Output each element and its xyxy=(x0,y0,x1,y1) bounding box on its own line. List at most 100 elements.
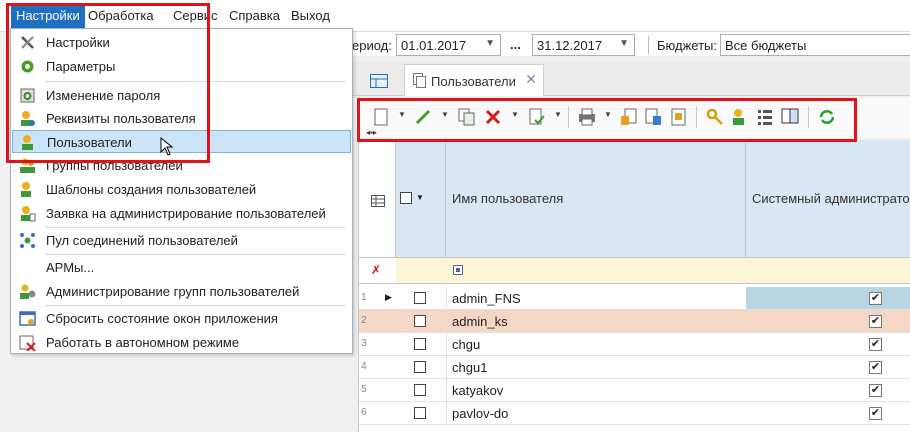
row-number: 3 xyxy=(361,338,367,349)
chevron-down-icon[interactable]: ▼ xyxy=(511,110,519,119)
menu-item-parameters[interactable]: Параметры xyxy=(12,55,351,78)
menu-processing[interactable]: Обработка xyxy=(88,8,154,23)
menu-item-offline-mode[interactable]: Работать в автономном режиме xyxy=(12,331,351,354)
menu-settings[interactable]: Настройки xyxy=(11,3,85,29)
period-label: ериод: xyxy=(352,38,392,53)
sysadmin-checkbox[interactable]: ✔ xyxy=(869,338,882,351)
row-number: 4 xyxy=(361,361,367,372)
import-icon[interactable] xyxy=(645,108,663,126)
list-icon[interactable] xyxy=(756,108,774,126)
divider xyxy=(45,81,345,82)
menu-item-users[interactable]: Пользователи xyxy=(12,130,351,156)
menu-item-settings[interactable]: Настройки xyxy=(12,31,351,54)
columns-icon[interactable] xyxy=(781,108,799,126)
date-to-value: 31.12.2017 xyxy=(537,38,603,53)
approve-document-icon[interactable] xyxy=(528,108,546,126)
divider xyxy=(808,106,809,128)
row-checkbox[interactable] xyxy=(414,338,426,350)
sysadmin-checkbox[interactable]: ✔ xyxy=(869,384,882,397)
toolbar: ▼ ▼ ▼ ▼ ▼ xyxy=(352,98,910,138)
sysadmin-checkbox[interactable]: ✔ xyxy=(869,315,882,328)
filter-cell-icon[interactable] xyxy=(453,265,463,275)
delete-icon[interactable] xyxy=(484,108,502,126)
menu-item-label: Настройки xyxy=(46,35,110,50)
clear-filter-icon[interactable]: ✗ xyxy=(371,263,381,277)
column-header-username[interactable]: Имя пользователя xyxy=(446,140,746,258)
table-row[interactable]: 1 ▶ admin_FNS ✔ xyxy=(359,287,910,310)
print-icon[interactable] xyxy=(578,108,596,126)
table-row[interactable]: 5 katyakov ✔ xyxy=(359,379,910,402)
menu-item-label: Шаблоны создания пользователей xyxy=(46,182,257,197)
row-checkbox[interactable] xyxy=(414,361,426,373)
user-key-icon[interactable] xyxy=(731,108,749,126)
divider xyxy=(45,254,345,255)
column-header-label: Имя пользователя xyxy=(452,191,564,206)
row-number: 5 xyxy=(361,384,367,395)
sysadmin-checkbox[interactable]: ✔ xyxy=(869,292,882,305)
chevron-down-icon[interactable]: ▼ xyxy=(398,110,406,119)
filter-row[interactable] xyxy=(396,258,910,284)
user-template-icon xyxy=(21,182,31,197)
chevron-down-icon[interactable]: ▼ xyxy=(554,110,562,119)
sysadmin-checkbox[interactable]: ✔ xyxy=(869,361,882,374)
sysadmin-checkbox[interactable]: ✔ xyxy=(869,407,882,420)
menu-item-label: Работать в автономном режиме xyxy=(46,335,240,350)
row-checkbox[interactable] xyxy=(414,292,426,304)
menu-item-group-admin[interactable]: Администрирование групп пользователей xyxy=(12,280,351,303)
menu-item-reset-windows[interactable]: Сбросить состояние окон приложения xyxy=(12,307,351,330)
date-to-field[interactable]: 31.12.2017 ▼ xyxy=(532,34,635,56)
copy-icon[interactable] xyxy=(458,108,476,126)
table-row[interactable]: 2 admin_ks ✔ xyxy=(359,310,910,333)
chevron-down-icon[interactable]: ▼ xyxy=(485,38,495,49)
export-icon[interactable] xyxy=(620,108,638,126)
user-details-icon xyxy=(21,111,35,126)
chevron-down-icon[interactable]: ▼ xyxy=(604,110,612,119)
menu-item-admin-request[interactable]: Заявка на администрирование пользователе… xyxy=(12,202,351,225)
refresh-icon[interactable] xyxy=(818,108,836,126)
edit-pencil-icon[interactable] xyxy=(414,108,432,126)
budgets-label: Бюджеты: xyxy=(657,38,717,53)
menu-item-label: Группы пользователей xyxy=(46,158,183,173)
group-admin-icon xyxy=(20,284,36,299)
tab-users[interactable]: Пользователи ✕ xyxy=(404,64,544,96)
budgets-field[interactable]: Все бюджеты xyxy=(720,34,910,56)
new-document-icon[interactable] xyxy=(372,108,390,126)
date-from-field[interactable]: 01.01.2017 ▼ xyxy=(396,34,501,56)
row-checkbox[interactable] xyxy=(414,384,426,396)
resize-handle-icon[interactable]: ◂▪▸ xyxy=(366,128,377,137)
menu-item-user-groups[interactable]: Группы пользователей xyxy=(12,154,351,177)
document-copy-icon xyxy=(413,73,426,88)
menu-item-user-templates[interactable]: Шаблоны создания пользователей xyxy=(12,178,351,201)
row-checkbox[interactable] xyxy=(414,407,426,419)
menu-item-connection-pool[interactable]: Пул соединений пользователей xyxy=(12,229,351,252)
menu-item-label: Администрирование групп пользователей xyxy=(46,284,300,299)
user-groups-icon xyxy=(20,158,35,173)
chevron-down-icon[interactable]: ▼ xyxy=(416,193,424,202)
current-row-indicator-icon: ▶ xyxy=(385,292,392,302)
menu-exit[interactable]: Выход xyxy=(291,8,330,23)
chevron-down-icon[interactable]: ▼ xyxy=(441,110,449,119)
table-row[interactable]: 6 pavlov-do ✔ xyxy=(359,402,910,425)
tab-home[interactable] xyxy=(360,66,394,94)
table-row[interactable]: 4 chgu1 ✔ xyxy=(359,356,910,379)
key-icon[interactable] xyxy=(706,108,724,126)
menu-help[interactable]: Справка xyxy=(229,8,280,23)
menu-service[interactable]: Сервис xyxy=(173,8,218,23)
chevron-down-icon[interactable]: ▼ xyxy=(619,38,629,49)
menu-item-label: Пул соединений пользователей xyxy=(46,233,238,248)
column-header-sysadmin[interactable]: Системный администратор xyxy=(746,140,910,258)
table-row[interactable]: 3 chgu ✔ xyxy=(359,333,910,356)
grid-settings-icon[interactable] xyxy=(371,195,385,207)
report-icon[interactable] xyxy=(670,108,688,126)
menu-item-user-details[interactable]: Реквизиты пользователя xyxy=(12,107,351,130)
select-column-header[interactable]: ▼ xyxy=(396,140,446,258)
select-all-checkbox[interactable] xyxy=(400,192,412,204)
menu-item-label: Заявка на администрирование пользователе… xyxy=(46,206,326,221)
tab-strip: Пользователи ✕ xyxy=(352,62,910,96)
menu-item-workstations[interactable]: АРМы... xyxy=(12,256,351,279)
menu-item-change-password[interactable]: Изменение пароля xyxy=(12,84,351,107)
table-icon xyxy=(370,74,388,88)
close-icon[interactable]: ✕ xyxy=(525,71,537,88)
row-checkbox[interactable] xyxy=(414,315,426,327)
row-number: 6 xyxy=(361,407,367,418)
